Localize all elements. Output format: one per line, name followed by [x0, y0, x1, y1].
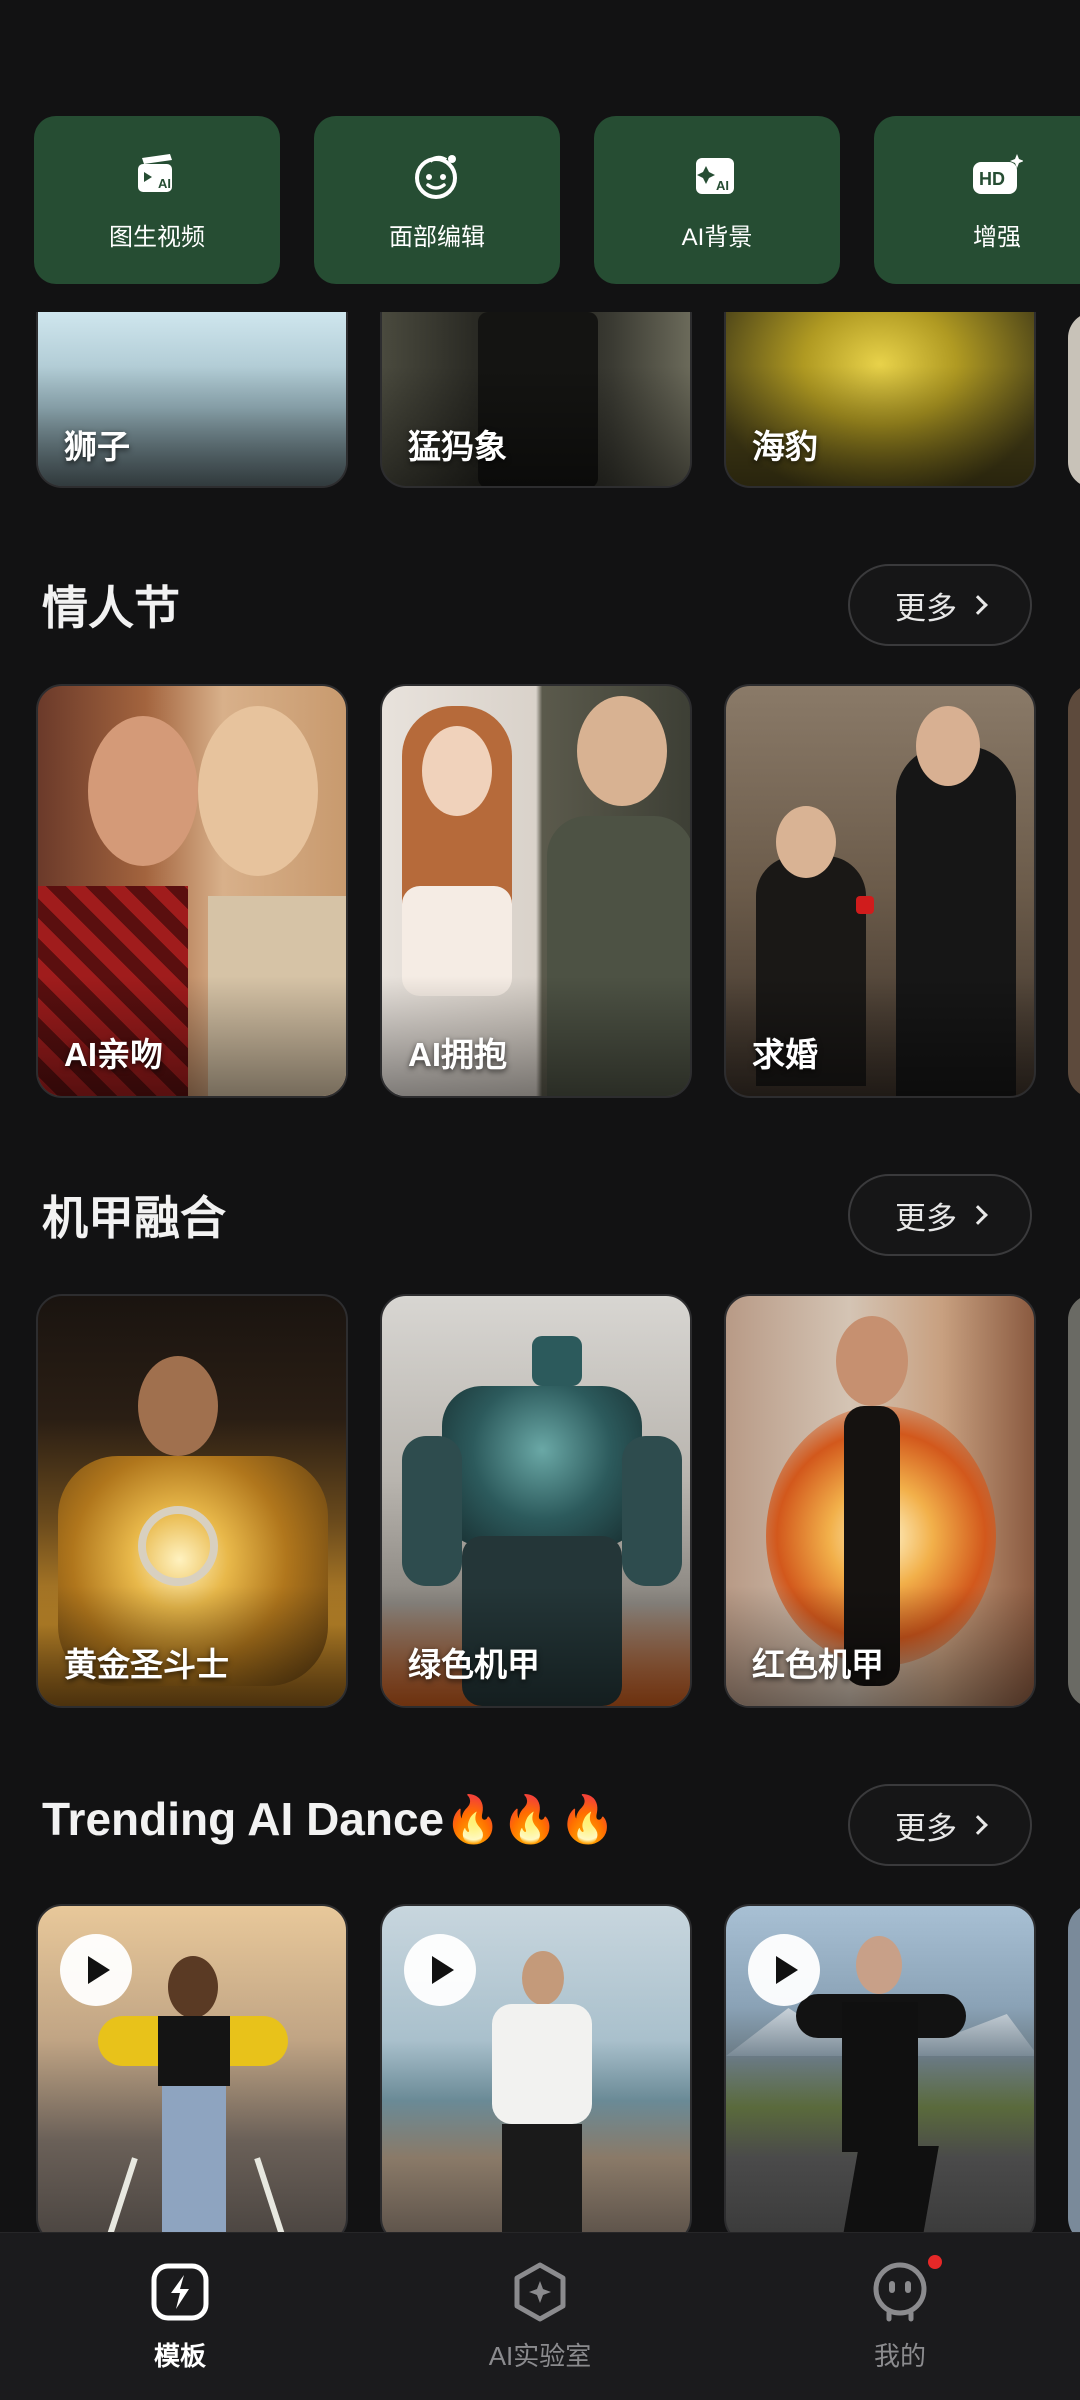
- play-icon[interactable]: [748, 1934, 820, 2006]
- tool-image-to-video[interactable]: AI 图生视频: [34, 116, 280, 284]
- more-label: 更多: [895, 1200, 957, 1236]
- template-card[interactable]: 求婚: [724, 684, 1036, 1098]
- dance-row: [36, 1904, 1080, 2244]
- section-title-trending-dance: Trending AI Dance🔥🔥🔥: [42, 1793, 616, 1845]
- more-button-mecha[interactable]: 更多: [848, 1174, 1032, 1256]
- chevron-right-icon: [968, 1815, 988, 1835]
- video-card[interactable]: [724, 1904, 1036, 2244]
- valentine-row: AI亲吻 AI拥抱 求婚: [36, 684, 1080, 1098]
- tool-hd-enhance[interactable]: HD 增强: [874, 116, 1080, 284]
- nav-label: 我的: [873, 2340, 926, 2371]
- mecha-row: 黄金圣斗士 绿色机甲 红色机甲: [36, 1294, 1080, 1708]
- card-caption: 黄金圣斗士: [64, 1646, 229, 1683]
- card-caption: 海豹: [752, 428, 818, 465]
- card-caption: 红色机甲: [752, 1646, 884, 1683]
- svg-text:HD: HD: [979, 169, 1005, 189]
- tool-label: 图生视频: [109, 223, 205, 251]
- template-card[interactable]: AI拥抱: [380, 684, 692, 1098]
- chevron-right-icon: [968, 595, 988, 615]
- card-caption: 猛犸象: [408, 428, 507, 465]
- next-card-peek[interactable]: [1068, 684, 1080, 1098]
- bottom-navigation: 模板 AI实验室 我的: [0, 2232, 1080, 2400]
- video-card[interactable]: [380, 1904, 692, 2244]
- nav-item-ai-lab[interactable]: AI实验室: [390, 2261, 690, 2373]
- card-caption: 狮子: [64, 428, 130, 465]
- template-card[interactable]: 绿色机甲: [380, 1294, 692, 1708]
- face-edit-icon: [410, 149, 464, 203]
- more-label: 更多: [895, 1810, 957, 1846]
- template-card[interactable]: 海豹: [724, 312, 1036, 488]
- tool-label: AI背景: [681, 223, 753, 251]
- hd-enhance-icon: HD: [970, 149, 1024, 203]
- template-icon: [149, 2261, 211, 2328]
- svg-text:AI: AI: [158, 176, 171, 191]
- image-to-video-icon: AI: [130, 149, 184, 203]
- card-caption: AI拥抱: [408, 1036, 507, 1073]
- next-card-peek[interactable]: [1068, 1294, 1080, 1708]
- nav-item-templates[interactable]: 模板: [30, 2261, 330, 2373]
- next-card-peek[interactable]: [1068, 312, 1080, 488]
- video-card[interactable]: [36, 1904, 348, 2244]
- template-card[interactable]: 红色机甲: [724, 1294, 1036, 1708]
- nav-label: 模板: [153, 2340, 206, 2371]
- card-caption: 求婚: [752, 1036, 818, 1073]
- tool-label: 面部编辑: [389, 223, 485, 251]
- next-card-peek[interactable]: [1068, 1904, 1080, 2244]
- tool-label: 增强: [973, 223, 1021, 251]
- chevron-right-icon: [968, 1205, 988, 1225]
- play-icon[interactable]: [404, 1934, 476, 2006]
- template-card[interactable]: 猛犸象: [380, 312, 692, 488]
- more-label: 更多: [895, 590, 957, 626]
- nav-label: AI实验室: [488, 2340, 592, 2371]
- svg-text:AI: AI: [716, 178, 729, 193]
- tool-shortcuts-row: AI 图生视频 面部编辑 AI AI背景 HD 增强: [34, 116, 1080, 284]
- more-button-trending-dance[interactable]: 更多: [848, 1784, 1032, 1866]
- section-title-valentine: 情人节: [42, 582, 180, 634]
- ai-lab-icon: [509, 2261, 571, 2328]
- nav-item-profile[interactable]: 我的: [750, 2254, 1050, 2373]
- notification-badge: [928, 2254, 942, 2269]
- profile-icon: [869, 2261, 931, 2328]
- play-icon[interactable]: [60, 1934, 132, 2006]
- tool-ai-background[interactable]: AI AI背景: [594, 116, 840, 284]
- template-card[interactable]: 狮子: [36, 312, 348, 488]
- template-card[interactable]: AI亲吻: [36, 684, 348, 1098]
- section-title-mecha: 机甲融合: [42, 1192, 226, 1244]
- template-card[interactable]: 黄金圣斗士: [36, 1294, 348, 1708]
- more-button-valentine[interactable]: 更多: [848, 564, 1032, 646]
- card-caption: AI亲吻: [64, 1036, 163, 1073]
- card-caption: 绿色机甲: [408, 1646, 540, 1683]
- animals-row: 狮子 猛犸象 海豹: [36, 312, 1080, 488]
- ai-background-icon: AI: [690, 149, 744, 203]
- tool-face-edit[interactable]: 面部编辑: [314, 116, 560, 284]
